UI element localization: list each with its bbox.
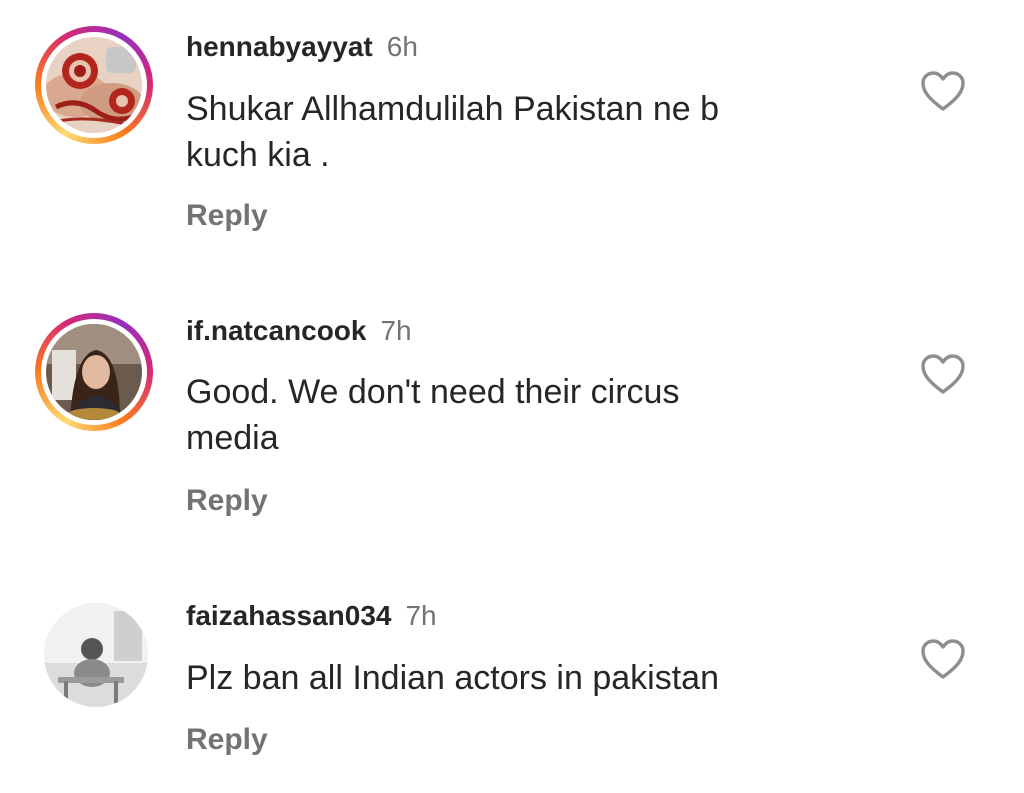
comment-text-line: kuch kia . [186, 136, 330, 174]
avatar-story-ring[interactable] [35, 313, 153, 431]
comment-text-line: media [186, 419, 279, 457]
avatar-story-ring[interactable] [35, 26, 153, 144]
heart-outline-icon[interactable] [920, 353, 966, 395]
heart-outline-icon[interactable] [920, 638, 966, 680]
comment-header: faizahassan034 7h [186, 599, 437, 633]
comment-header: if.natcancook 7h [186, 314, 412, 348]
reply-button[interactable]: Reply [186, 723, 268, 757]
henna-hands-avatar [46, 37, 142, 133]
woman-portrait-avatar [46, 324, 142, 420]
reply-button[interactable]: Reply [186, 484, 268, 518]
child-photo-avatar[interactable] [44, 603, 148, 707]
username[interactable]: if.natcancook [186, 315, 366, 346]
timestamp: 7h [405, 600, 437, 631]
comment-text-line: Plz ban all Indian actors in pakistan [186, 659, 719, 697]
timestamp: 7h [380, 315, 412, 346]
comment-text: Plz ban all Indian actors in pakistan [186, 655, 826, 701]
comment-text: Good. We don't need their circus media [186, 369, 826, 461]
comment-text-line: Shukar Allhamdulilah Pakistan ne b [186, 90, 719, 128]
username[interactable]: faizahassan034 [186, 600, 391, 631]
comment-header: hennabyayyat 6h [186, 30, 418, 64]
heart-outline-icon[interactable] [920, 70, 966, 112]
reply-button[interactable]: Reply [186, 199, 268, 233]
comment-text-line: Good. We don't need their circus [186, 373, 680, 411]
comment-text: Shukar Allhamdulilah Pakistan ne b kuch … [186, 86, 826, 178]
timestamp: 6h [386, 31, 418, 62]
username[interactable]: hennabyayyat [186, 31, 373, 62]
